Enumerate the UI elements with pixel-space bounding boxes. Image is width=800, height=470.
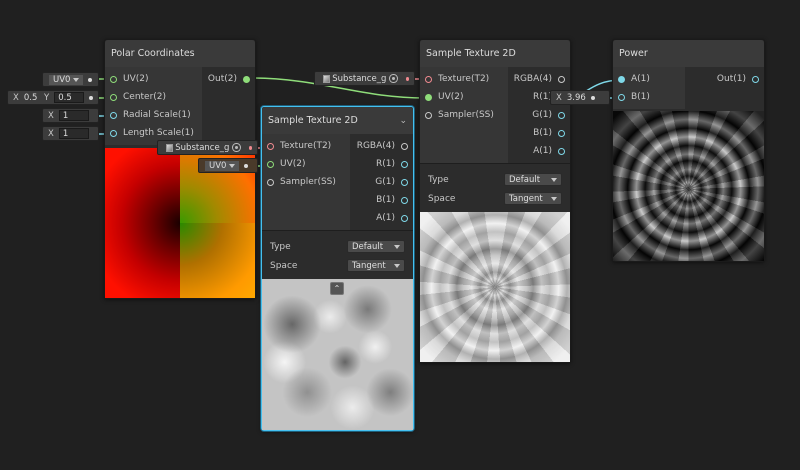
port-uv[interactable]: UV(2) [105, 70, 202, 88]
collapse-preview-button[interactable]: ⌃ [330, 282, 344, 295]
center-x-value[interactable]: 0.5 [24, 93, 39, 103]
port-sampler[interactable]: Sampler(SS) [420, 106, 508, 124]
swirl-texture-preview [420, 212, 570, 362]
port-radial-scale[interactable]: Radial Scale(1) [105, 106, 202, 124]
radial-value[interactable]: 1 [58, 110, 89, 121]
left-uv-field[interactable]: UV0 [198, 158, 258, 173]
uv-dropdown[interactable]: UV0 [49, 74, 84, 85]
space-dropdown[interactable]: Tangent [504, 192, 562, 205]
port-rgba[interactable]: RGBA(4) [350, 137, 413, 155]
port-texture[interactable]: Texture(T2) [262, 137, 350, 155]
type-label: Type [428, 174, 449, 185]
port-b[interactable]: B(1) [350, 191, 413, 209]
chevron-down-icon[interactable]: ⌄ [399, 116, 407, 126]
port-rgba[interactable]: RGBA(4) [508, 70, 570, 88]
type-dropdown[interactable]: Default [347, 240, 405, 253]
port-a[interactable]: A(1) [508, 142, 570, 160]
type-label: Type [270, 241, 291, 252]
node-header[interactable]: Sample Texture 2D [420, 40, 570, 67]
node-settings: Type Default Space Tangent [420, 163, 570, 214]
polar-center-field[interactable]: X 0.5 Y 0.5 [7, 90, 99, 105]
node-title: Polar Coordinates [111, 48, 195, 59]
sample-texture-left-node[interactable]: Sample Texture 2D ⌄ Texture(T2) UV(2) Sa… [261, 106, 414, 431]
node-header[interactable]: Sample Texture 2D ⌄ [262, 107, 413, 134]
port-r[interactable]: R(1) [350, 155, 413, 173]
node-title: Power [619, 48, 648, 59]
port-a[interactable]: A(1) [350, 209, 413, 227]
object-picker-icon[interactable] [232, 143, 241, 152]
uv-dropdown[interactable]: UV0 [205, 160, 240, 171]
node-settings: Type Default Space Tangent [262, 230, 413, 281]
node-title: Sample Texture 2D [268, 115, 358, 126]
port-texture[interactable]: Texture(T2) [420, 70, 508, 88]
port-b[interactable]: B(1) [613, 88, 685, 106]
power-b-field[interactable]: X 3.96 [550, 90, 610, 105]
texture-name: Substance_g [332, 73, 387, 84]
port-out[interactable]: Out(2) [202, 70, 255, 88]
space-label: Space [428, 193, 456, 204]
port-uv[interactable]: UV(2) [262, 155, 350, 173]
space-dropdown[interactable]: Tangent [347, 259, 405, 272]
right-texture-field[interactable]: Substance_g [314, 71, 415, 86]
power-preview [613, 111, 764, 261]
center-y-value[interactable]: 0.5 [54, 92, 85, 103]
node-header[interactable]: Polar Coordinates [105, 40, 255, 67]
node-title: Sample Texture 2D [426, 48, 516, 59]
port-a[interactable]: A(1) [613, 70, 685, 88]
polar-radial-field[interactable]: X 1 [42, 108, 99, 123]
length-value[interactable]: 1 [58, 128, 89, 139]
object-picker-icon[interactable] [389, 74, 398, 83]
space-label: Space [270, 260, 298, 271]
port-g[interactable]: G(1) [350, 173, 413, 191]
port-b[interactable]: B(1) [508, 124, 570, 142]
left-texture-field[interactable]: Substance_g [157, 140, 258, 155]
texture-name: Substance_g [175, 142, 230, 153]
polar-length-field[interactable]: X 1 [42, 126, 99, 141]
cloud-texture-preview: ⌃ [262, 279, 413, 430]
power-b-value[interactable]: 3.96 [567, 93, 586, 103]
port-sampler[interactable]: Sampler(SS) [262, 173, 350, 191]
graph-canvas[interactable]: Polar Coordinates UV(2) Center(2) Radial… [0, 0, 800, 470]
polar-uv-field[interactable]: UV0 [42, 72, 99, 87]
node-header[interactable]: Power [613, 40, 764, 67]
sample-texture-right-node[interactable]: Sample Texture 2D Texture(T2) UV(2) Samp… [419, 39, 571, 363]
port-center[interactable]: Center(2) [105, 88, 202, 106]
power-node[interactable]: Power A(1) B(1) Out(1) [612, 39, 765, 262]
type-dropdown[interactable]: Default [504, 173, 562, 186]
port-g[interactable]: G(1) [508, 106, 570, 124]
port-out[interactable]: Out(1) [685, 70, 764, 88]
port-uv[interactable]: UV(2) [420, 88, 508, 106]
